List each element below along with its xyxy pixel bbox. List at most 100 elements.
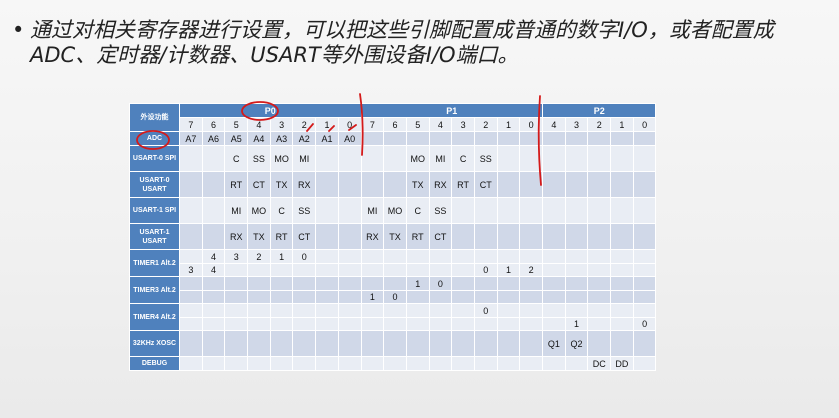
pin-number-cell: 4 [247,117,271,132]
function-cell [632,290,657,304]
function-cell: MI [292,145,317,172]
function-cell [224,317,249,331]
peripheral-label-cell: USART-1 USART [129,223,180,250]
pin-number-cell: 5 [224,117,249,132]
function-cell [428,249,453,264]
function-cell [201,356,226,371]
peripheral-label-cell: TIMER3 Alt.2 [129,276,180,304]
pin-number-cell: 6 [383,117,407,132]
function-cell [632,171,657,198]
function-cell: TX [269,171,294,198]
function-cell [564,197,589,224]
function-cell [247,303,271,318]
function-cell: MO [247,197,271,224]
function-cell [405,303,430,318]
function-cell [519,249,543,264]
function-cell [383,263,407,277]
function-cell [179,276,203,291]
function-cell [360,330,385,357]
function-cell: RT [269,223,294,250]
pin-number-cell: 4 [428,117,453,132]
function-cell [632,276,657,291]
function-cell [383,330,407,357]
function-cell [224,356,249,371]
pin-number-cell: 1 [610,117,634,132]
function-cell [315,249,339,264]
function-cell: RT [451,171,475,198]
function-cell [383,171,407,198]
pin-number-cell: 0 [519,117,543,132]
function-cell: MO [383,197,407,224]
function-cell: 0 [473,303,498,318]
function-cell [587,131,612,146]
port-group-header: P1 [360,103,543,118]
pin-number-cell: 3 [564,117,589,132]
port-group-header: P0 [179,103,362,118]
peripheral-label-cell: 32KHz XOSC [129,330,180,357]
function-cell [451,330,475,357]
function-cell [473,223,498,250]
function-cell [224,276,249,291]
function-cell [519,317,543,331]
function-cell: MI [224,197,249,224]
function-cell [292,317,317,331]
function-cell [519,303,543,318]
function-cell: A6 [201,131,226,146]
function-cell [587,276,612,291]
function-cell [473,317,498,331]
function-cell: DC [587,356,612,371]
function-cell [610,197,634,224]
function-cell [360,303,385,318]
function-cell [337,276,362,291]
function-cell [610,263,634,277]
function-cell [201,145,226,172]
pin-number-cell: 1 [496,117,521,132]
function-cell [519,290,543,304]
function-cell [473,356,498,371]
function-cell [473,249,498,264]
function-cell: A1 [315,131,339,146]
function-cell [360,171,385,198]
function-cell [360,249,385,264]
function-cell [610,303,634,318]
function-cell [542,223,566,250]
function-cell [473,197,498,224]
function-cell [360,356,385,371]
function-cell [496,131,521,146]
function-cell [451,303,475,318]
function-cell [564,171,589,198]
function-cell: 1 [360,290,385,304]
peripheral-label-cell: USART-0 SPI [129,145,180,172]
function-cell [383,356,407,371]
function-cell [179,290,203,304]
peripheral-label-cell: TIMER4 Alt.2 [129,303,180,331]
function-cell [428,303,453,318]
function-cell [610,131,634,146]
function-cell [337,303,362,318]
function-cell [315,356,339,371]
function-cell: 1 [269,249,294,264]
function-cell: A0 [337,131,362,146]
function-cell [383,303,407,318]
function-cell [632,197,657,224]
function-cell [542,263,566,277]
function-cell: 3 [224,249,249,264]
function-cell [564,263,589,277]
function-cell: MI [360,197,385,224]
function-cell [632,330,657,357]
function-cell: SS [292,197,317,224]
function-cell [519,131,543,146]
bullet-marker: • [12,18,25,42]
function-cell [564,223,589,250]
function-cell: A7 [179,131,203,146]
function-cell [610,223,634,250]
function-cell [632,145,657,172]
function-cell: 1 [496,263,521,277]
function-cell [201,303,226,318]
function-cell: 1 [405,276,430,291]
function-cell [405,356,430,371]
function-cell [337,263,362,277]
function-cell [542,131,566,146]
function-cell [564,303,589,318]
function-cell: SS [428,197,453,224]
